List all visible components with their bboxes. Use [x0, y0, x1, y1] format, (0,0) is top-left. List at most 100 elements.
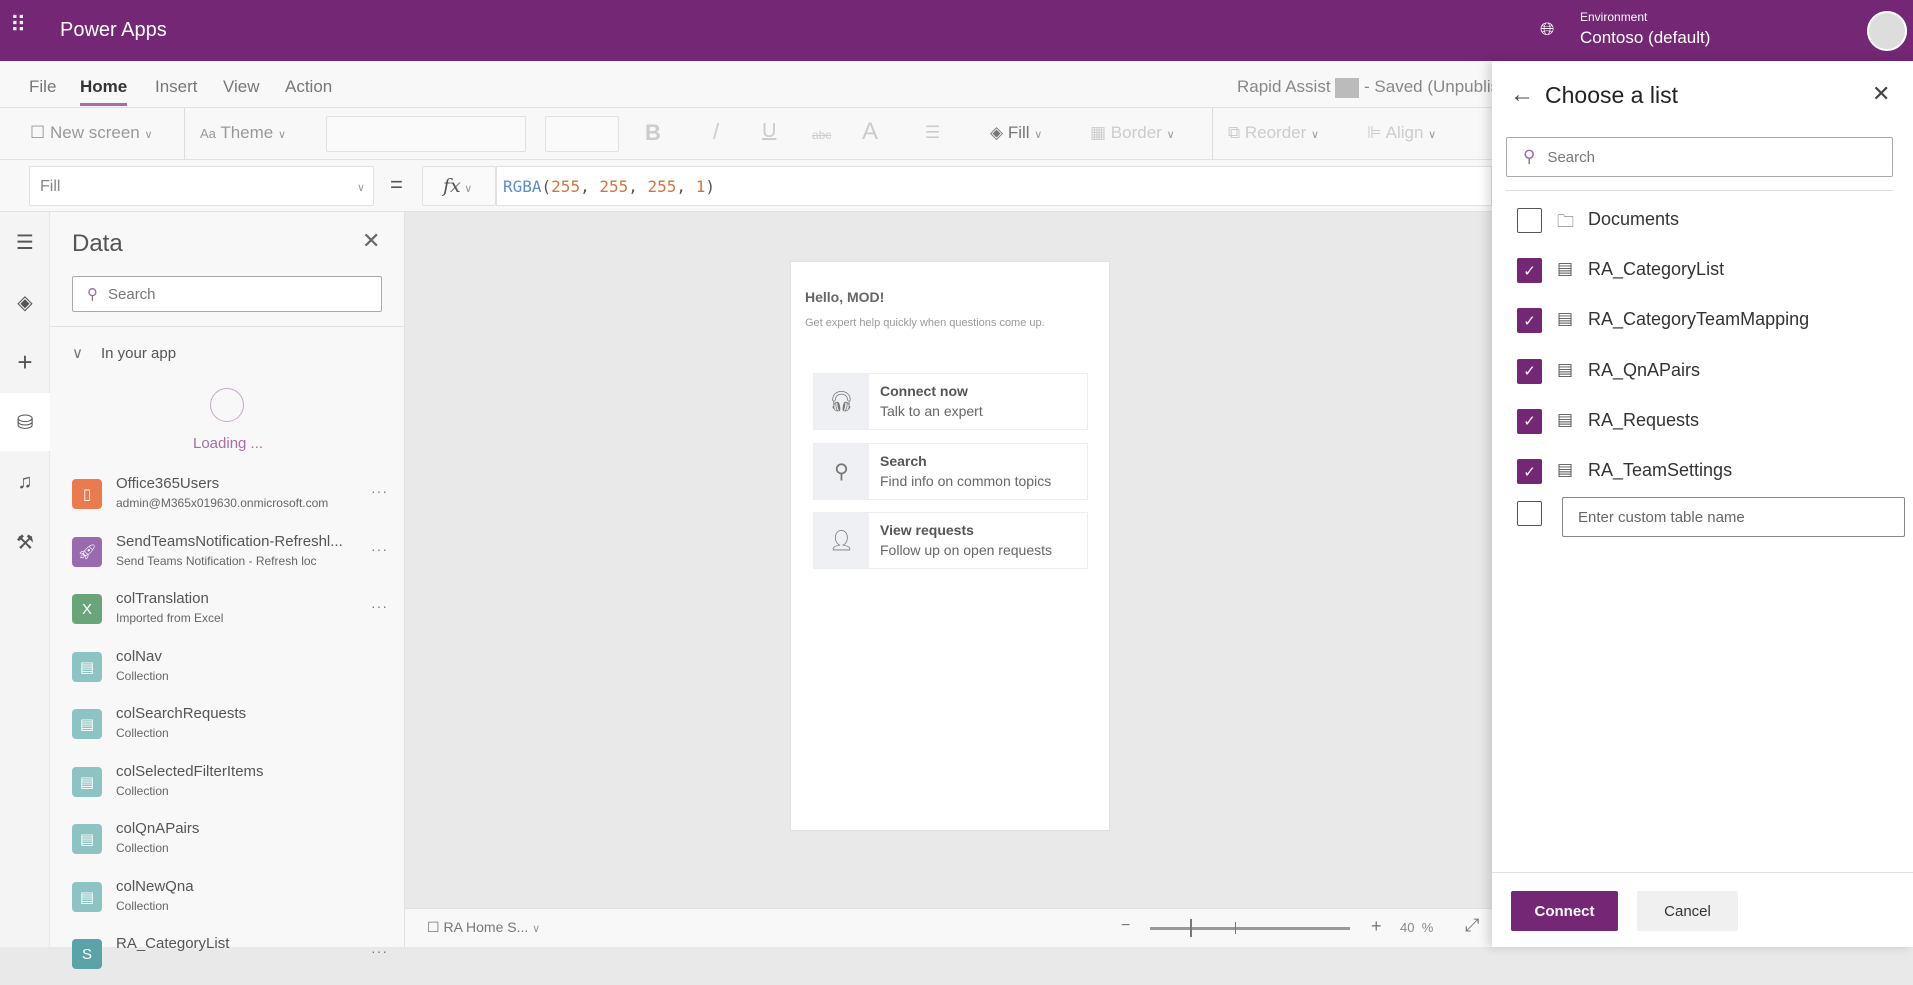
in-your-app-section[interactable]: ∨ In your app: [72, 344, 176, 362]
data-source-item[interactable]: X colTranslation Imported from Excel ···: [72, 590, 402, 640]
strikethrough-button[interactable]: abc: [812, 128, 831, 142]
tab-insert[interactable]: Insert: [155, 77, 198, 97]
tab-action[interactable]: Action: [285, 77, 332, 97]
fit-to-window-icon[interactable]: ⤢: [1465, 915, 1479, 936]
list-checkbox[interactable]: ✓: [1517, 408, 1542, 434]
connect-button[interactable]: Connect: [1511, 891, 1618, 931]
panel-title: Choose a list: [1545, 82, 1678, 108]
list-checkbox[interactable]: [1517, 208, 1542, 233]
bold-button[interactable]: B: [645, 120, 661, 146]
cancel-button[interactable]: Cancel: [1637, 891, 1738, 931]
fill-button[interactable]: ◈ Fill ∨: [990, 123, 1042, 143]
font-color-button[interactable]: A: [862, 118, 878, 146]
list-item[interactable]: ✓ ▤ RA_CategoryTeamMapping: [1517, 304, 1907, 336]
underline-button[interactable]: U: [762, 120, 776, 143]
connect-now-tile[interactable]: 🎧︎ Connect now Talk to an expert: [813, 373, 1088, 430]
collection-icon: ▤: [72, 651, 102, 682]
collection-icon: ▤: [72, 709, 102, 739]
formula-input[interactable]: RGBA(255, 255, 255, 1): [496, 166, 1492, 206]
collection-icon: ▤: [72, 824, 102, 854]
theme-button[interactable]: Aa Theme ∨: [200, 123, 286, 143]
data-source-item[interactable]: S RA_CategoryList ···: [72, 935, 402, 985]
list-icon: ▤: [1557, 460, 1574, 479]
list-item[interactable]: ✓ ▤ RA_CategoryList: [1517, 254, 1907, 286]
tree-view-icon[interactable]: ◈: [0, 273, 50, 331]
excel-icon: X: [72, 594, 102, 624]
zoom-slider[interactable]: [1150, 919, 1350, 937]
font-dropdown[interactable]: [326, 116, 526, 152]
zoom-in-button[interactable]: +: [1371, 916, 1382, 937]
data-source-item[interactable]: 🚀︎ SendTeamsNotification-Refreshl... Sen…: [72, 533, 402, 583]
data-source-name: colNewQna: [116, 877, 194, 895]
data-source-item[interactable]: ▯ Office365Users admin@M365x019630.onmic…: [72, 475, 402, 525]
app-launcher-icon[interactable]: ⠿: [10, 14, 26, 36]
search-tile[interactable]: ⚲ Search Find info on common topics: [813, 443, 1088, 500]
align-button[interactable]: ⊫ Align ∨: [1367, 123, 1436, 143]
data-source-subtitle: Send Teams Notification - Refresh loc: [116, 553, 317, 568]
view-requests-tile[interactable]: 👤︎ View requests Follow up on open request…: [813, 512, 1088, 569]
insert-icon[interactable]: +: [0, 333, 50, 391]
data-icon[interactable]: ⛁: [0, 393, 50, 451]
data-source-item[interactable]: ▤ colNewQna Collection: [72, 878, 402, 928]
environment-picker[interactable]: Contoso (default): [1580, 28, 1710, 48]
list-checkbox[interactable]: ✓: [1517, 459, 1542, 484]
fx-button[interactable]: fx ∨: [422, 166, 496, 206]
search-icon: ⚲: [87, 286, 98, 303]
list-item[interactable]: ✓ ▤ RA_TeamSettings: [1517, 455, 1907, 487]
custom-table-checkbox[interactable]: [1517, 501, 1542, 526]
text-align-button[interactable]: ☰: [925, 123, 940, 143]
list-checkbox[interactable]: ✓: [1517, 308, 1542, 334]
italic-button[interactable]: /: [713, 119, 719, 145]
data-source-subtitle: Collection: [116, 668, 169, 683]
zoom-out-button[interactable]: −: [1121, 917, 1130, 935]
zoom-slider-thumb[interactable]: [1190, 919, 1192, 937]
avatar[interactable]: [1867, 11, 1907, 51]
reorder-button[interactable]: ⧉ Reorder ∨: [1228, 123, 1319, 143]
list-item[interactable]: ✓ ▤ RA_QnAPairs: [1517, 355, 1907, 387]
zoom-level: 40 %: [1400, 920, 1434, 935]
more-options-icon[interactable]: ···: [371, 541, 388, 557]
more-options-icon[interactable]: ···: [371, 943, 388, 959]
list-item[interactable]: 🗀︎ Documents: [1517, 204, 1907, 236]
data-source-name: Office365Users: [116, 475, 220, 492]
list-checkbox[interactable]: ✓: [1517, 258, 1542, 284]
left-rail: ☰ ◈ + ⛁ ♫ ⚒: [0, 212, 50, 947]
close-icon[interactable]: ✕: [1872, 81, 1890, 107]
more-options-icon[interactable]: ···: [371, 598, 388, 614]
status-bar: ☐ RA Home S... ∨ − + 40 % ⤢: [405, 908, 1492, 947]
data-source-item[interactable]: ▤ colSelectedFilterItems Collection: [72, 763, 402, 813]
new-screen-button[interactable]: ☐ New screen ∨: [30, 123, 153, 143]
data-source-item[interactable]: ▤ colSearchRequests Collection: [72, 705, 402, 755]
back-arrow-icon[interactable]: ←: [1510, 81, 1534, 109]
more-options-icon[interactable]: ···: [371, 483, 388, 499]
tab-home[interactable]: Home: [80, 77, 128, 106]
media-icon[interactable]: ♫: [0, 453, 50, 511]
headset-icon: 🎧︎: [814, 374, 869, 429]
app-screen-preview[interactable]: Hello, MOD! Get expert help quickly when…: [790, 261, 1110, 831]
close-icon[interactable]: ✕: [362, 228, 380, 254]
list-label: Documents: [1588, 209, 1680, 229]
equals-sign: =: [390, 172, 403, 197]
collection-icon: ▤: [72, 766, 102, 797]
tools-icon[interactable]: ⚒: [0, 513, 50, 571]
tab-file[interactable]: File: [29, 77, 56, 97]
list-label: RA_CategoryTeamMapping: [1588, 309, 1810, 330]
list-search-input[interactable]: ⚲ Search: [1506, 137, 1893, 177]
data-source-name: colSearchRequests: [116, 705, 247, 722]
hamburger-icon[interactable]: ☰: [0, 213, 50, 271]
font-size-dropdown[interactable]: [545, 116, 619, 152]
data-source-item[interactable]: ▤ colNav Collection: [72, 648, 402, 698]
property-dropdown[interactable]: Fill ∨: [29, 166, 374, 206]
screen-selector[interactable]: ☐ RA Home S... ∨: [427, 919, 540, 936]
tab-view[interactable]: View: [223, 77, 260, 97]
list-item[interactable]: ✓ ▤ RA_Requests: [1517, 405, 1907, 437]
border-button[interactable]: ▦ Border ∨: [1090, 123, 1175, 143]
list-icon: ▤: [1557, 259, 1574, 279]
data-source-subtitle: Collection: [116, 898, 169, 913]
data-search-input[interactable]: ⚲ Search: [72, 276, 382, 312]
data-source-item[interactable]: ▤ colQnAPairs Collection: [72, 820, 402, 870]
list-checkbox[interactable]: ✓: [1517, 358, 1542, 384]
top-bar: ⠿ Power Apps 🌐︎ Environment Contoso (def…: [0, 0, 1913, 61]
list-icon: ▤: [1557, 409, 1574, 429]
custom-table-input[interactable]: Enter custom table name: [1562, 497, 1905, 537]
